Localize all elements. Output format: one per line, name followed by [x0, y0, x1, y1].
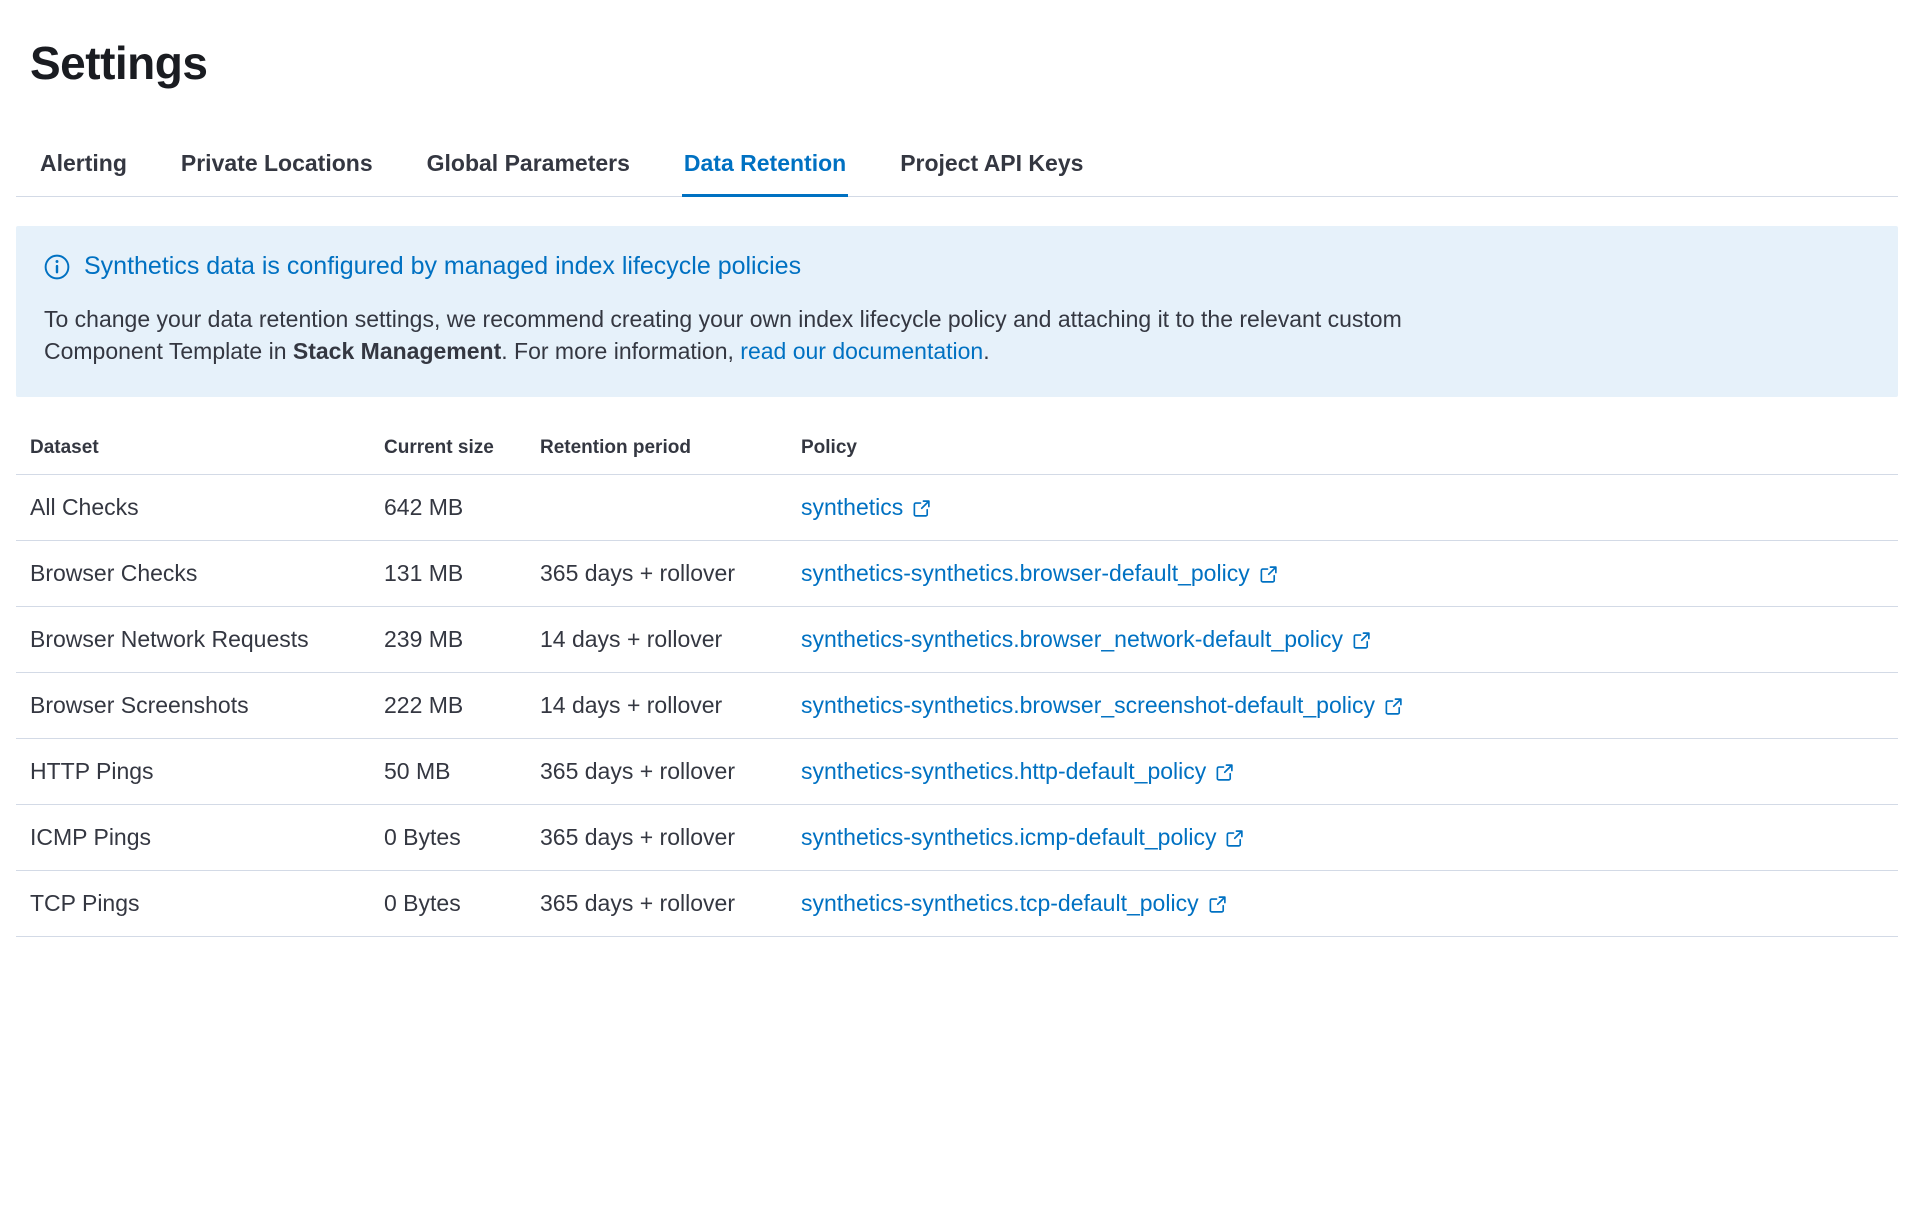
- table-row: Browser Checks 131 MB 365 days + rollove…: [16, 541, 1898, 607]
- current-size-cell: 642 MB: [384, 475, 540, 541]
- policy-link[interactable]: synthetics-synthetics.icmp-default_polic…: [801, 824, 1244, 851]
- retention-period-cell: [540, 475, 801, 541]
- dataset-cell: Browser Screenshots: [16, 673, 384, 739]
- policy-cell: synthetics-synthetics.http-default_polic…: [801, 739, 1898, 805]
- tab-alerting[interactable]: Alerting: [38, 132, 129, 196]
- policy-link[interactable]: synthetics-synthetics.tcp-default_policy: [801, 890, 1227, 917]
- policy-link-label: synthetics-synthetics.http-default_polic…: [801, 758, 1206, 785]
- policy-cell: synthetics-synthetics.icmp-default_polic…: [801, 805, 1898, 871]
- current-size-cell: 131 MB: [384, 541, 540, 607]
- tab-private-locations[interactable]: Private Locations: [179, 132, 375, 196]
- dataset-cell: Browser Network Requests: [16, 607, 384, 673]
- policy-link-label: synthetics: [801, 494, 903, 521]
- info-icon: [44, 254, 70, 280]
- policy-link-label: synthetics-synthetics.tcp-default_policy: [801, 890, 1199, 917]
- external-link-icon: [1384, 697, 1403, 716]
- current-size-cell: 50 MB: [384, 739, 540, 805]
- retention-period-cell: 14 days + rollover: [540, 607, 801, 673]
- policy-link[interactable]: synthetics: [801, 494, 931, 521]
- callout-body: To change your data retention settings, …: [44, 303, 1514, 367]
- callout-title: Synthetics data is configured by managed…: [84, 252, 801, 281]
- column-header-dataset: Dataset: [16, 423, 384, 475]
- policy-link-label: synthetics-synthetics.browser-default_po…: [801, 560, 1250, 587]
- policy-link[interactable]: synthetics-synthetics.browser_screenshot…: [801, 692, 1403, 719]
- dataset-cell: Browser Checks: [16, 541, 384, 607]
- current-size-cell: 222 MB: [384, 673, 540, 739]
- retention-period-cell: 14 days + rollover: [540, 673, 801, 739]
- page-title: Settings: [30, 36, 1898, 90]
- current-size-cell: 0 Bytes: [384, 871, 540, 937]
- policy-link[interactable]: synthetics-synthetics.browser_network-de…: [801, 626, 1371, 653]
- table-row: TCP Pings 0 Bytes 365 days + rollover sy…: [16, 871, 1898, 937]
- tab-global-parameters[interactable]: Global Parameters: [425, 132, 632, 196]
- settings-page: Settings Alerting Private Locations Glob…: [0, 36, 1914, 937]
- table-row: Browser Network Requests 239 MB 14 days …: [16, 607, 1898, 673]
- policy-cell: synthetics-synthetics.browser-default_po…: [801, 541, 1898, 607]
- external-link-icon: [1225, 829, 1244, 848]
- policy-cell: synthetics-synthetics.tcp-default_policy: [801, 871, 1898, 937]
- external-link-icon: [1259, 565, 1278, 584]
- retention-period-cell: 365 days + rollover: [540, 805, 801, 871]
- retention-period-cell: 365 days + rollover: [540, 871, 801, 937]
- external-link-icon: [912, 499, 931, 518]
- table-header-row: Dataset Current size Retention period Po…: [16, 423, 1898, 475]
- column-header-current-size: Current size: [384, 423, 540, 475]
- settings-tabs: Alerting Private Locations Global Parame…: [16, 132, 1898, 197]
- tab-data-retention[interactable]: Data Retention: [682, 132, 848, 196]
- table-row: HTTP Pings 50 MB 365 days + rollover syn…: [16, 739, 1898, 805]
- table-row: ICMP Pings 0 Bytes 365 days + rollover s…: [16, 805, 1898, 871]
- policy-cell: synthetics: [801, 475, 1898, 541]
- policy-link[interactable]: synthetics-synthetics.http-default_polic…: [801, 758, 1234, 785]
- external-link-icon: [1352, 631, 1371, 650]
- table-row: Browser Screenshots 222 MB 14 days + rol…: [16, 673, 1898, 739]
- policy-link-label: synthetics-synthetics.icmp-default_polic…: [801, 824, 1216, 851]
- retention-period-cell: 365 days + rollover: [540, 739, 801, 805]
- tab-project-api-keys[interactable]: Project API Keys: [898, 132, 1085, 196]
- policy-link[interactable]: synthetics-synthetics.browser-default_po…: [801, 560, 1278, 587]
- callout-bold-text: Stack Management: [293, 338, 501, 364]
- policy-link-label: synthetics-synthetics.browser_network-de…: [801, 626, 1343, 653]
- current-size-cell: 0 Bytes: [384, 805, 540, 871]
- callout-text-2: . For more information,: [501, 338, 740, 364]
- external-link-icon: [1215, 763, 1234, 782]
- ilm-callout: Synthetics data is configured by managed…: [16, 226, 1898, 397]
- callout-text-3: .: [983, 338, 989, 364]
- dataset-cell: HTTP Pings: [16, 739, 384, 805]
- dataset-cell: TCP Pings: [16, 871, 384, 937]
- external-link-icon: [1208, 895, 1227, 914]
- dataset-cell: All Checks: [16, 475, 384, 541]
- column-header-policy: Policy: [801, 423, 1898, 475]
- policy-cell: synthetics-synthetics.browser_network-de…: [801, 607, 1898, 673]
- retention-period-cell: 365 days + rollover: [540, 541, 801, 607]
- documentation-link[interactable]: read our documentation: [740, 338, 983, 364]
- current-size-cell: 239 MB: [384, 607, 540, 673]
- callout-title-row: Synthetics data is configured by managed…: [44, 252, 1868, 281]
- policy-cell: synthetics-synthetics.browser_screenshot…: [801, 673, 1898, 739]
- policy-link-label: synthetics-synthetics.browser_screenshot…: [801, 692, 1375, 719]
- column-header-retention-period: Retention period: [540, 423, 801, 475]
- dataset-cell: ICMP Pings: [16, 805, 384, 871]
- table-row: All Checks 642 MB synthetics: [16, 475, 1898, 541]
- data-retention-table: Dataset Current size Retention period Po…: [16, 423, 1898, 937]
